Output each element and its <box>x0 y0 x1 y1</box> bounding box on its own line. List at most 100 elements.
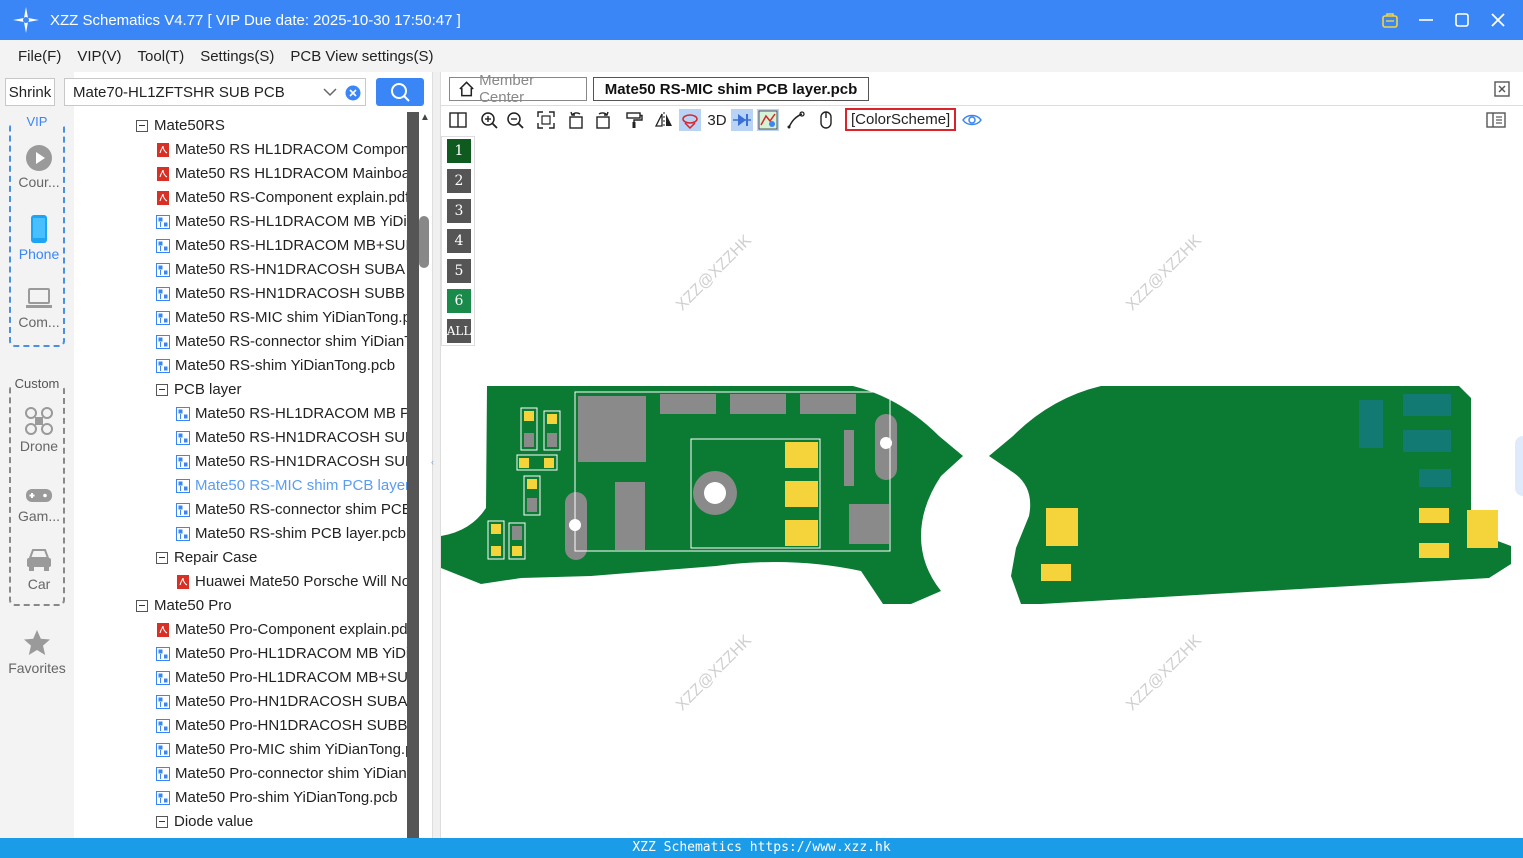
tree-item[interactable]: Mate50 Pro-Component explain.pdf <box>156 618 408 642</box>
collapse-toggle-icon[interactable] <box>156 552 168 564</box>
component-top-2 <box>730 394 786 414</box>
collapse-toggle-icon[interactable] <box>156 384 168 396</box>
tree-item[interactable]: Mate50 RS-MIC shim PCB layer.pcb <box>176 474 408 498</box>
nav-courses[interactable]: Cour... <box>11 144 67 190</box>
tree-item[interactable]: Mate50 Pro-HL1DRACOM MB+SUB <box>156 666 408 690</box>
tree-item-label: Mate50 RS-HN1DRACOSH SUBB YiDianTong.pcb <box>175 285 408 302</box>
net-highlight-icon[interactable] <box>679 109 701 131</box>
vip-bag-icon[interactable] <box>1377 7 1403 33</box>
tree-item[interactable]: Mate50 Pro-shim YiDianTong.pcb <box>156 786 398 810</box>
tree-item[interactable]: Mate50 Pro-HN1DRACOSH SUBB YiDianTong.pc… <box>156 714 408 738</box>
collapse-left-icon[interactable]: ‹ <box>431 457 434 467</box>
zoom-in-icon[interactable] <box>478 109 500 131</box>
tree-item[interactable]: Mate50RS <box>136 114 225 138</box>
tree-item[interactable]: Mate50 RS-connector shim YiDianTong.pcb <box>156 330 408 354</box>
tab-active-pcb[interactable]: Mate50 RS-MIC shim PCB layer.pcb <box>593 77 869 101</box>
clear-search-icon[interactable] <box>345 85 361 101</box>
side-panel-toggle-icon[interactable] <box>1485 109 1507 131</box>
tree-item[interactable]: Huawei Mate50 Porsche Will Not Turn On <box>176 570 408 594</box>
collapse-toggle-icon[interactable] <box>136 120 148 132</box>
layer-3-button[interactable]: 3 <box>447 199 471 223</box>
pcb-canvas[interactable]: XZZ@XZZHK XZZ@XZZHK XZZ@XZZHK XZZ@XZZHK <box>441 136 1523 838</box>
tree-item[interactable]: Diode value <box>156 810 253 834</box>
tree-item[interactable]: Mate50 Pro-HL1DRACOM MB YiDianTong.pcb <box>156 642 408 666</box>
tree-item[interactable]: PCB layer <box>156 378 242 402</box>
tree-item[interactable]: Mate50 RS HL1DRACOM Mainboard <box>156 162 408 186</box>
menu-vip[interactable]: VIP(V) <box>69 48 129 65</box>
nav-car[interactable]: Car <box>11 546 67 592</box>
split-view-icon[interactable] <box>447 109 469 131</box>
tree-item[interactable]: Mate50 RS-connector shim PCB layer.pcb <box>176 498 408 522</box>
drone-icon <box>25 407 53 435</box>
color-scheme-button[interactable]: [ColorScheme] <box>845 108 957 131</box>
shrink-button[interactable]: Shrink <box>5 78 55 106</box>
layer-5-button[interactable]: 5 <box>447 259 471 283</box>
mouse-icon[interactable] <box>815 109 837 131</box>
fit-view-icon[interactable] <box>535 109 557 131</box>
nav-phone[interactable]: Phone <box>11 214 67 262</box>
tree-item[interactable]: Mate50 RS-HN1DRACOSH SUBB PCB layer.pcb <box>176 450 408 474</box>
scroll-up-icon[interactable]: ▲ <box>418 112 432 128</box>
pcb-file-icon <box>156 359 170 373</box>
tree-item[interactable]: Mate50 RS-HL1DRACOM MB+SUB <box>156 234 408 258</box>
nav-game[interactable]: Gam... <box>11 486 67 524</box>
tree-item[interactable]: Mate50 Pro-MIC shim YiDianTong.pcb <box>156 738 408 762</box>
component-large <box>578 396 646 462</box>
tree-item[interactable]: Mate50 RS-shim PCB layer.pcb <box>176 522 406 546</box>
tree-item-label: Huawei Mate50 Porsche Will Not Turn On <box>195 573 408 590</box>
tab-member-center[interactable]: Member Center <box>449 72 587 106</box>
pcb-image-icon[interactable] <box>757 109 779 131</box>
paint-brush-icon[interactable] <box>623 109 645 131</box>
layer-2-button[interactable]: 2 <box>447 169 471 193</box>
tree-item-label: Mate50 RS-shim YiDianTong.pcb <box>175 357 396 374</box>
layer-4-button[interactable]: 4 <box>447 229 471 253</box>
rotate-right-icon[interactable] <box>592 109 614 131</box>
pad-right-5 <box>1467 510 1498 548</box>
tree-item[interactable]: Mate50 RS-MIC shim YiDianTong.pcb <box>156 306 408 330</box>
zoom-out-icon[interactable] <box>504 109 526 131</box>
menu-pcb-view-settings[interactable]: PCB View settings(S) <box>282 48 441 65</box>
collapse-right-handle[interactable] <box>1515 436 1523 496</box>
diode-mode-icon[interactable] <box>731 109 753 131</box>
tree-item[interactable]: Mate50 Pro-HN1DRACOSH SUBA YiDianTong.pc… <box>156 690 408 714</box>
minimize-button[interactable] <box>1413 7 1439 33</box>
trace-icon[interactable] <box>785 109 807 131</box>
tree-item[interactable]: Mate50 RS-HL1DRACOM MB PCB layer.pcb <box>176 402 408 426</box>
collapse-toggle-icon[interactable] <box>156 816 168 828</box>
tree-scrollbar-track[interactable] <box>407 112 419 838</box>
nav-favorites[interactable]: Favorites <box>0 628 74 676</box>
tree-item[interactable]: Mate50 Pro-connector shim YiDianTong.pcb <box>156 762 408 786</box>
eye-icon[interactable] <box>961 109 983 131</box>
search-button[interactable] <box>376 78 424 106</box>
maximize-button[interactable] <box>1449 7 1475 33</box>
three-d-button[interactable]: 3D <box>705 109 729 131</box>
three-d-label: 3D <box>707 111 727 129</box>
chevron-down-icon[interactable] <box>323 86 337 98</box>
collapse-toggle-icon[interactable] <box>136 600 148 612</box>
mirror-icon[interactable] <box>653 109 675 131</box>
tree-item[interactable]: Mate50 RS-HN1DRACOSH SUBA YiDianTong.pcb <box>156 258 408 282</box>
tree-item[interactable]: Mate50 RS-HL1DRACOM MB YiDianTong.pcb <box>156 210 408 234</box>
menu-tool[interactable]: Tool(T) <box>130 48 193 65</box>
close-all-tabs-icon[interactable] <box>1493 80 1511 101</box>
close-button[interactable] <box>1485 7 1511 33</box>
layer-1-button[interactable]: 1 <box>447 139 471 163</box>
tree-item[interactable]: Mate50 RS-HN1DRACOSH SUBB YiDianTong.pcb <box>156 282 408 306</box>
nav-computer[interactable]: Com... <box>11 286 67 330</box>
panel-splitter[interactable]: ‹ <box>431 72 441 838</box>
tree-item[interactable]: Mate50 RS HL1DRACOM Component <box>156 138 408 162</box>
search-input[interactable]: Mate70-HL1ZFTSHR SUB PCB <box>64 78 366 106</box>
menu-file[interactable]: File(F) <box>10 48 69 65</box>
layer-6-button[interactable]: 6 <box>447 289 471 313</box>
tree-item[interactable]: Mate50 Pro <box>136 594 232 618</box>
layer-all-button[interactable]: ALL <box>447 319 471 343</box>
nav-drone[interactable]: Drone <box>11 406 67 454</box>
tree-item[interactable]: Mate50 RS-HN1DRACOSH SUBA PCB layer.pcb <box>176 426 408 450</box>
tree-item[interactable]: Repair Case <box>156 546 257 570</box>
tree-item[interactable]: Mate50 RS-shim YiDianTong.pcb <box>156 354 395 378</box>
menu-settings[interactable]: Settings(S) <box>192 48 282 65</box>
tree-scrollbar-thumb[interactable] <box>419 216 429 268</box>
pcb-drawing[interactable] <box>441 136 1523 838</box>
tree-item[interactable]: Mate50 RS-Component explain.pdf <box>156 186 408 210</box>
rotate-left-icon[interactable] <box>565 109 587 131</box>
